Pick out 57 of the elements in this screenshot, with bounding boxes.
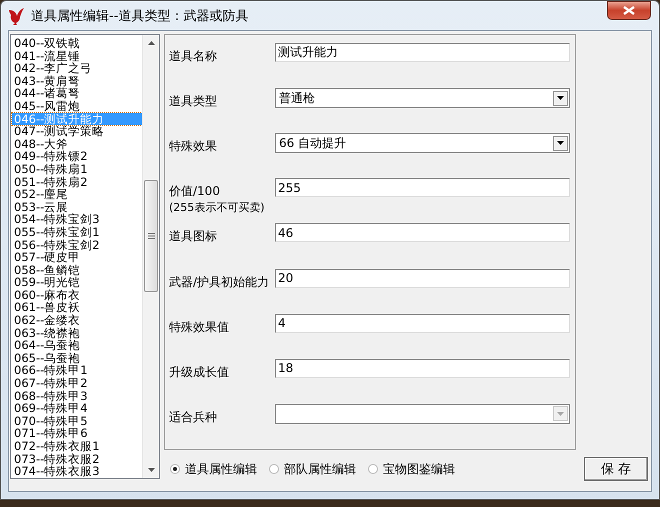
text-field[interactable]: 255 (275, 178, 570, 198)
list-item[interactable]: 051--特殊扇2 (12, 176, 142, 188)
field-label: 特殊效果 (169, 138, 218, 156)
dropdown-field[interactable]: 66 自动提升 (275, 133, 570, 154)
list-item[interactable]: 055--特殊宝剑1 (12, 226, 142, 238)
list-item[interactable]: 071--特殊甲6 (12, 427, 142, 440)
field-label: 价值/100 (169, 183, 221, 200)
list-item[interactable]: 072--特殊衣服1 (12, 440, 142, 453)
list-item[interactable]: 048--大斧 (12, 138, 142, 150)
list-item[interactable]: 042--李广之弓 (12, 62, 142, 75)
mode-radio[interactable]: 道具属性编辑 (170, 460, 257, 478)
field-label: 道具类型 (169, 93, 218, 110)
list-item[interactable]: 073--特殊衣服2 (12, 452, 142, 466)
list-item[interactable]: 045--风雷炮 (12, 100, 142, 113)
list-item[interactable]: 067--特殊甲2 (12, 377, 142, 390)
list-item[interactable]: 066--特殊甲1 (12, 364, 142, 378)
list-item[interactable]: 040--双铁戟 (12, 37, 142, 50)
list-item[interactable]: 052--麈尾 (12, 188, 142, 201)
text-field[interactable]: 4 (275, 314, 570, 333)
text-field[interactable]: 测试升能力 (275, 43, 570, 62)
list-item[interactable]: 049--特殊镖2 (12, 150, 142, 163)
list-item[interactable]: 056--特殊宝剑2 (12, 238, 142, 252)
list-item[interactable]: 059--明光铠 (12, 276, 142, 289)
list-item[interactable]: 041--流星锤 (12, 50, 142, 62)
list-item[interactable]: 043--黄肩弩 (12, 74, 142, 88)
field-label: 道具图标 (169, 228, 218, 246)
field-label: 道具名称 (169, 48, 218, 65)
list-item[interactable]: 070--特殊甲5 (12, 414, 142, 428)
list-item[interactable]: 065--乌蚕袍 (12, 352, 142, 364)
field-label: 特殊效果值 (169, 318, 230, 336)
dropdown-field[interactable]: 普通枪 (275, 88, 570, 108)
field-label: 适合兵种 (169, 408, 218, 426)
list-item[interactable]: 054--特殊宝剑3 (12, 213, 142, 226)
field-label: 升级成长值 (169, 364, 230, 381)
mode-radio[interactable]: 部队属性编辑 (269, 460, 356, 478)
list-item[interactable]: 058--鱼鳞铠 (12, 264, 142, 276)
text-field[interactable]: 18 (275, 358, 570, 378)
text-field[interactable]: 46 (275, 223, 570, 242)
list-item[interactable]: 060--麻布衣 (12, 288, 142, 302)
mode-radio[interactable]: 宝物图鉴编辑 (368, 460, 455, 478)
list-item[interactable]: 044--诸葛弩 (12, 87, 142, 100)
list-item[interactable]: 064--乌蚕袍 (12, 339, 142, 352)
list-item[interactable]: 053--云展 (12, 200, 142, 214)
list-item[interactable]: 061--兽皮袄 (12, 301, 142, 314)
list-item[interactable]: 069--特殊甲4 (12, 402, 142, 415)
list-item[interactable]: 068--特殊甲3 (12, 390, 142, 402)
list-item[interactable]: 047--测试学策略 (12, 125, 142, 138)
save-button[interactable]: 保 存 (584, 457, 648, 481)
list-item[interactable]: 050--特殊扇1 (12, 162, 142, 176)
list-item[interactable]: 063--绕襟袍 (12, 326, 142, 340)
text-field[interactable]: 20 (275, 268, 570, 288)
field-label: 武器/护具初始能力 (169, 274, 270, 291)
field-note: (255表示不可买卖) (169, 200, 266, 216)
list-item[interactable]: 074--特殊衣服3 (12, 465, 142, 478)
window-title: 道具属性编辑--道具类型：武器或防具 (31, 8, 250, 24)
list-item[interactable]: 062--金缕衣 (12, 314, 142, 327)
list-item[interactable]: 057--硬皮甲 (12, 251, 142, 264)
